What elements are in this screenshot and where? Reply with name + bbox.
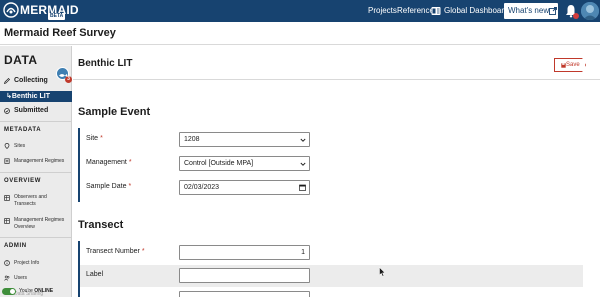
clipboard-icon bbox=[4, 158, 10, 164]
pencil-icon bbox=[4, 78, 10, 84]
collecting-count-badge: 3 bbox=[65, 76, 72, 83]
next-input-partial[interactable] bbox=[179, 291, 310, 297]
transect-number-value: 1 bbox=[301, 249, 305, 256]
sample-date-row: Sample Date * 02/03/2023 bbox=[80, 177, 583, 199]
transect-form-group: Transect Number * 1 Label bbox=[78, 241, 583, 297]
sidebar-heading-metadata: METADATA bbox=[4, 127, 42, 133]
label-row: Label bbox=[80, 265, 583, 287]
nav-projects-link[interactable]: Projects bbox=[368, 6, 397, 16]
top-navigation-bar: MERMAID BETA Projects Reference Global D… bbox=[0, 0, 600, 22]
mouse-pointer-icon bbox=[379, 267, 386, 277]
sidebar-item-label: Project Info bbox=[14, 260, 40, 266]
sample-event-heading: Sample Event bbox=[78, 106, 151, 118]
sidebar-item-submitted[interactable]: Submitted bbox=[0, 106, 72, 117]
sidebar-item-users[interactable]: Users bbox=[0, 274, 72, 283]
nav-reference-link[interactable]: Reference bbox=[397, 6, 434, 16]
sidebar-item-label: Transects bbox=[14, 201, 36, 207]
management-select-value: Control [Outside MPA] bbox=[184, 160, 254, 167]
management-row: Management * Control [Outside MPA] bbox=[80, 153, 583, 175]
project-title-bar: Mermaid Reef Survey bbox=[0, 22, 600, 45]
user-avatar[interactable] bbox=[581, 2, 599, 20]
chevron-down-icon bbox=[300, 162, 306, 166]
page-header: Benthic LIT Save bbox=[73, 46, 600, 80]
site-label: Site * bbox=[86, 135, 103, 142]
whats-new-button[interactable]: What's new bbox=[504, 3, 558, 19]
external-link-icon bbox=[549, 7, 557, 15]
mermaid-logo-icon bbox=[3, 2, 19, 18]
sidebar-item-label: Management Regimes bbox=[14, 217, 65, 223]
label-input[interactable] bbox=[179, 268, 310, 283]
sidebar-heading-overview: OVERVIEW bbox=[4, 178, 42, 184]
transect-number-row: Transect Number * 1 bbox=[80, 242, 583, 264]
info-icon bbox=[4, 260, 10, 266]
management-label: Management * bbox=[86, 159, 132, 166]
sidebar-item-benthic-lit[interactable]: ↳Benthic LIT bbox=[0, 91, 72, 102]
sidebar-item-sites[interactable]: Sites bbox=[0, 142, 72, 151]
sidebar-item-management-regimes[interactable]: Management Regimes bbox=[0, 157, 72, 166]
site-select-value: 1208 bbox=[184, 136, 200, 143]
status-prefix: You're bbox=[19, 288, 33, 294]
sample-event-form-group: Site * 1208 Management * Control [Outside … bbox=[78, 128, 583, 202]
sample-date-label: Sample Date * bbox=[86, 183, 132, 190]
sidebar-heading-data: DATA bbox=[4, 53, 38, 67]
project-title: Mermaid Reef Survey bbox=[4, 27, 116, 39]
sidebar-item-label: Submitted bbox=[14, 107, 49, 114]
calendar-icon[interactable] bbox=[299, 184, 306, 191]
sidebar-item-project-info[interactable]: Project Info bbox=[0, 259, 72, 268]
transect-number-input[interactable]: 1 bbox=[179, 245, 310, 260]
status-value: ONLINE bbox=[34, 288, 54, 294]
sidebar-divider bbox=[0, 172, 72, 173]
sidebar-item-label: Observers and bbox=[14, 194, 47, 200]
avatar-image bbox=[581, 2, 599, 20]
transect-heading: Transect bbox=[78, 219, 124, 231]
mermaid-logo[interactable]: MERMAID BETA bbox=[3, 2, 79, 20]
spreadsheet-icon bbox=[431, 7, 441, 15]
sample-date-value: 02/03/2023 bbox=[184, 184, 220, 191]
nav-global-dashboard-link[interactable]: Global Dashboard bbox=[444, 6, 508, 16]
save-button-label: Save bbox=[566, 62, 580, 68]
sidebar-item-label: ↳Benthic LIT bbox=[6, 93, 50, 100]
save-button[interactable]: Save bbox=[554, 58, 586, 72]
table-icon bbox=[4, 195, 10, 201]
site-select[interactable]: 1208 bbox=[179, 132, 310, 147]
sidebar-heading-admin: ADMIN bbox=[4, 243, 27, 249]
sidebar-item-management-regimes-overview[interactable]: Management Regimes Overview bbox=[0, 216, 72, 232]
sidebar-item-label: Overview bbox=[14, 224, 35, 230]
check-circle-icon bbox=[4, 108, 10, 114]
sidebar-item-label: Sites bbox=[14, 143, 26, 149]
online-status-bar: You're ONLINE bbox=[0, 286, 72, 297]
sidebar-item-label: Collecting bbox=[14, 77, 48, 84]
table-icon bbox=[4, 218, 10, 224]
page-title: Benthic LIT bbox=[78, 58, 133, 69]
online-toggle[interactable] bbox=[2, 288, 16, 295]
sidebar: DATA Collecting 3 ↳Benthic LIT Submitted… bbox=[0, 46, 72, 297]
beta-badge: BETA bbox=[48, 13, 66, 20]
sidebar-divider bbox=[0, 121, 72, 122]
management-select[interactable]: Control [Outside MPA] bbox=[179, 156, 310, 171]
label-field-label: Label bbox=[86, 271, 104, 278]
notification-dot bbox=[573, 13, 579, 19]
users-icon bbox=[4, 275, 10, 281]
sidebar-item-label: Users bbox=[14, 275, 28, 281]
map-pin-icon bbox=[4, 143, 10, 149]
sample-date-input[interactable]: 02/03/2023 bbox=[179, 180, 310, 195]
chevron-down-icon bbox=[300, 138, 306, 142]
sidebar-item-observers-and-transects[interactable]: Observers and Transects bbox=[0, 193, 72, 209]
site-row: Site * 1208 bbox=[80, 129, 583, 151]
whats-new-label: What's new bbox=[508, 6, 550, 15]
transect-number-label: Transect Number * bbox=[86, 248, 145, 255]
online-status-text: You're ONLINE bbox=[19, 288, 53, 294]
main-content: Benthic LIT Save Sample Event Site * 1208… bbox=[73, 46, 600, 297]
next-row-partial bbox=[80, 288, 583, 297]
sidebar-divider bbox=[0, 237, 72, 238]
sidebar-active-label: Benthic LIT bbox=[11, 93, 50, 100]
sidebar-item-label: Management Regimes bbox=[14, 158, 65, 164]
